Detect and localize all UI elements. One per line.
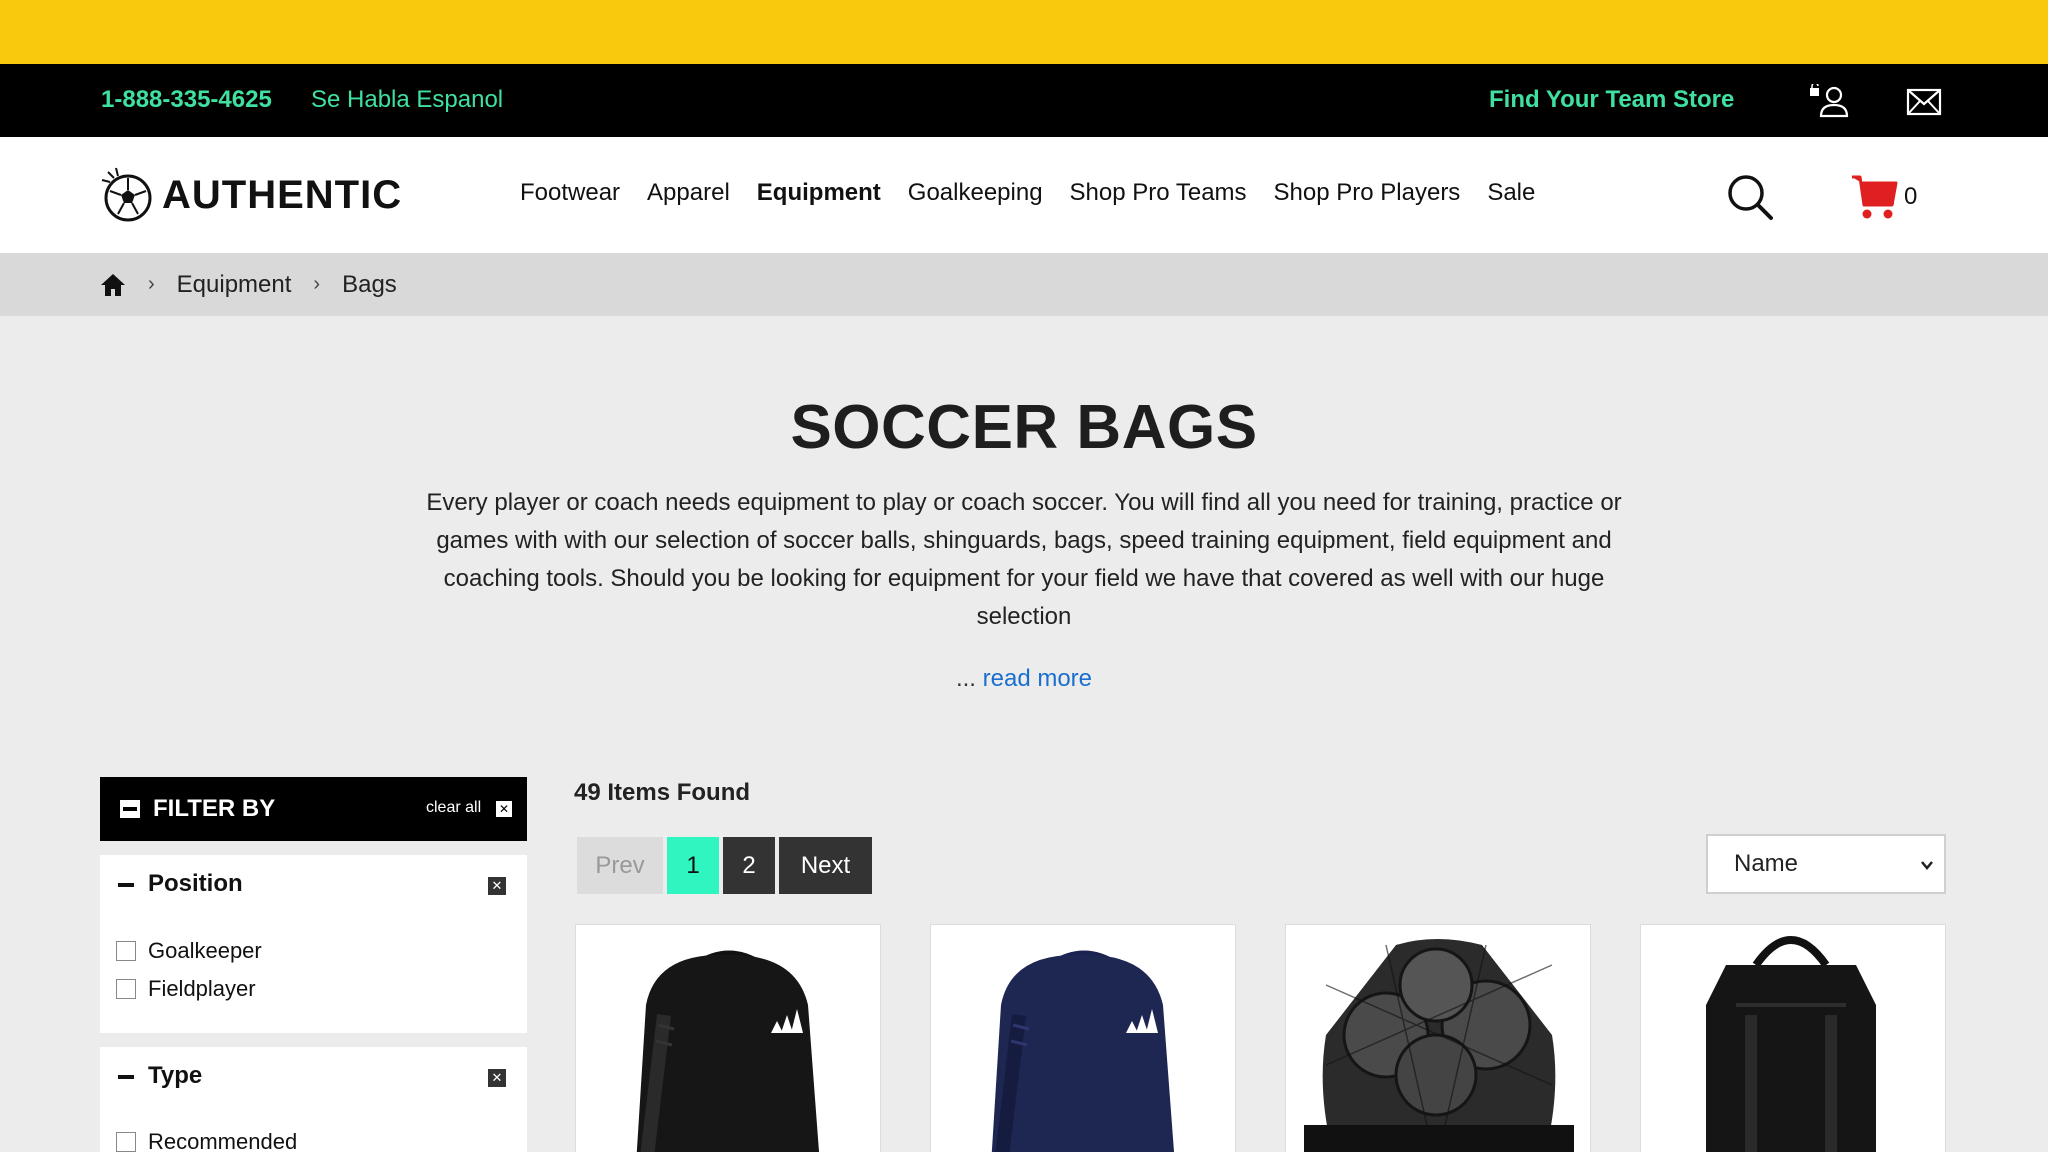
items-found-count: 49 Items Found — [574, 779, 751, 806]
nav-equipment[interactable]: Equipment — [757, 179, 881, 207]
filter-header[interactable]: FILTER BY clear all ✕ — [100, 777, 527, 841]
search-icon[interactable] — [1726, 173, 1774, 221]
product-image — [636, 950, 820, 1152]
nav-goalkeeping[interactable]: Goalkeeping — [908, 179, 1043, 207]
mail-icon[interactable] — [1906, 88, 1942, 116]
product-card[interactable] — [1640, 924, 1946, 1152]
filter-option-goalkeeper[interactable]: Goalkeeper — [116, 938, 262, 964]
filter-group-title[interactable]: Position — [148, 870, 243, 898]
nav-sale[interactable]: Sale — [1487, 179, 1535, 207]
collapse-icon[interactable] — [118, 1075, 134, 1079]
checkbox[interactable] — [116, 1132, 136, 1152]
main-nav: Footwear Apparel Equipment Goalkeeping S… — [520, 179, 1562, 207]
product-image — [1706, 936, 1876, 1152]
chevron-right-icon: › — [313, 273, 321, 295]
collapse-icon — [120, 800, 140, 818]
cart-button[interactable]: 0 — [1850, 173, 1917, 221]
page-1-button[interactable]: 1 — [667, 837, 719, 894]
cart-count: 0 — [1904, 183, 1918, 210]
main-header: AUTHENTIC Footwear Apparel Equipment Goa… — [0, 137, 2048, 253]
soccer-ball-icon — [101, 167, 152, 222]
nav-shop-pro-teams[interactable]: Shop Pro Teams — [1070, 179, 1247, 207]
nav-footwear[interactable]: Footwear — [520, 179, 620, 207]
filter-group-position: Position ✕ Goalkeeper Fieldplayer — [100, 855, 527, 1033]
checkbox[interactable] — [116, 979, 136, 999]
cart-icon — [1852, 175, 1898, 219]
ellipsis: ... — [955, 665, 976, 692]
chevron-right-icon: › — [148, 273, 155, 295]
read-more-link[interactable]: read more — [983, 665, 1092, 692]
read-more-line: ... read more — [0, 665, 2048, 693]
sort-select[interactable]: Name — [1706, 834, 1946, 894]
pagination: Prev 1 2 Next — [577, 837, 876, 894]
product-image — [1304, 939, 1574, 1152]
nav-apparel[interactable]: Apparel — [647, 179, 730, 207]
breadcrumb-equipment[interactable]: Equipment — [177, 271, 292, 299]
promo-bar — [0, 0, 2048, 64]
chevron-down-icon — [1921, 861, 1933, 870]
close-icon[interactable]: ✕ — [496, 801, 512, 817]
filter-option-recommended[interactable]: Recommended — [116, 1129, 297, 1152]
filter-option-label: Recommended — [148, 1129, 298, 1152]
close-icon[interactable]: ✕ — [488, 877, 506, 895]
filter-group-type: Type ✕ Recommended — [100, 1047, 527, 1152]
spanish-notice: Se Habla Espanol — [311, 86, 504, 113]
prev-page-button[interactable]: Prev — [577, 837, 663, 894]
phone-number[interactable]: 1-888-335-4625 — [101, 86, 272, 114]
team-store-link[interactable]: Find Your Team Store — [1489, 86, 1734, 114]
product-card[interactable] — [1285, 924, 1591, 1152]
logo[interactable]: AUTHENTIC — [100, 165, 402, 225]
filter-option-label: Fieldplayer — [148, 976, 256, 1001]
breadcrumb-bags: Bags — [342, 270, 397, 298]
top-bar: 1-888-335-4625 Se Habla Espanol Find You… — [0, 64, 2048, 137]
collapse-icon[interactable] — [118, 883, 134, 887]
product-image — [991, 950, 1175, 1152]
clear-all-link[interactable]: clear all — [426, 799, 481, 817]
filter-option-label: Goalkeeper — [148, 938, 262, 963]
product-card[interactable] — [930, 924, 1236, 1152]
logo-text: AUTHENTIC — [162, 172, 403, 217]
page-title: SOCCER BAGS — [790, 393, 1258, 462]
checkbox[interactable] — [116, 941, 136, 961]
next-page-button[interactable]: Next — [779, 837, 872, 894]
nav-shop-pro-players[interactable]: Shop Pro Players — [1274, 179, 1461, 207]
category-description: Every player or coach needs equipment to… — [426, 489, 1622, 630]
filter-option-fieldplayer[interactable]: Fieldplayer — [116, 976, 256, 1002]
breadcrumb: › Equipment › Bags — [0, 253, 2048, 316]
filter-title: FILTER BY — [153, 795, 276, 822]
account-icon[interactable] — [1808, 84, 1850, 118]
sort-selected-value: Name — [1734, 850, 1799, 877]
filter-group-title[interactable]: Type — [148, 1062, 202, 1090]
product-card[interactable] — [575, 924, 881, 1152]
home-icon[interactable] — [100, 272, 126, 298]
page-2-button[interactable]: 2 — [723, 837, 775, 894]
close-icon[interactable]: ✕ — [488, 1069, 506, 1087]
